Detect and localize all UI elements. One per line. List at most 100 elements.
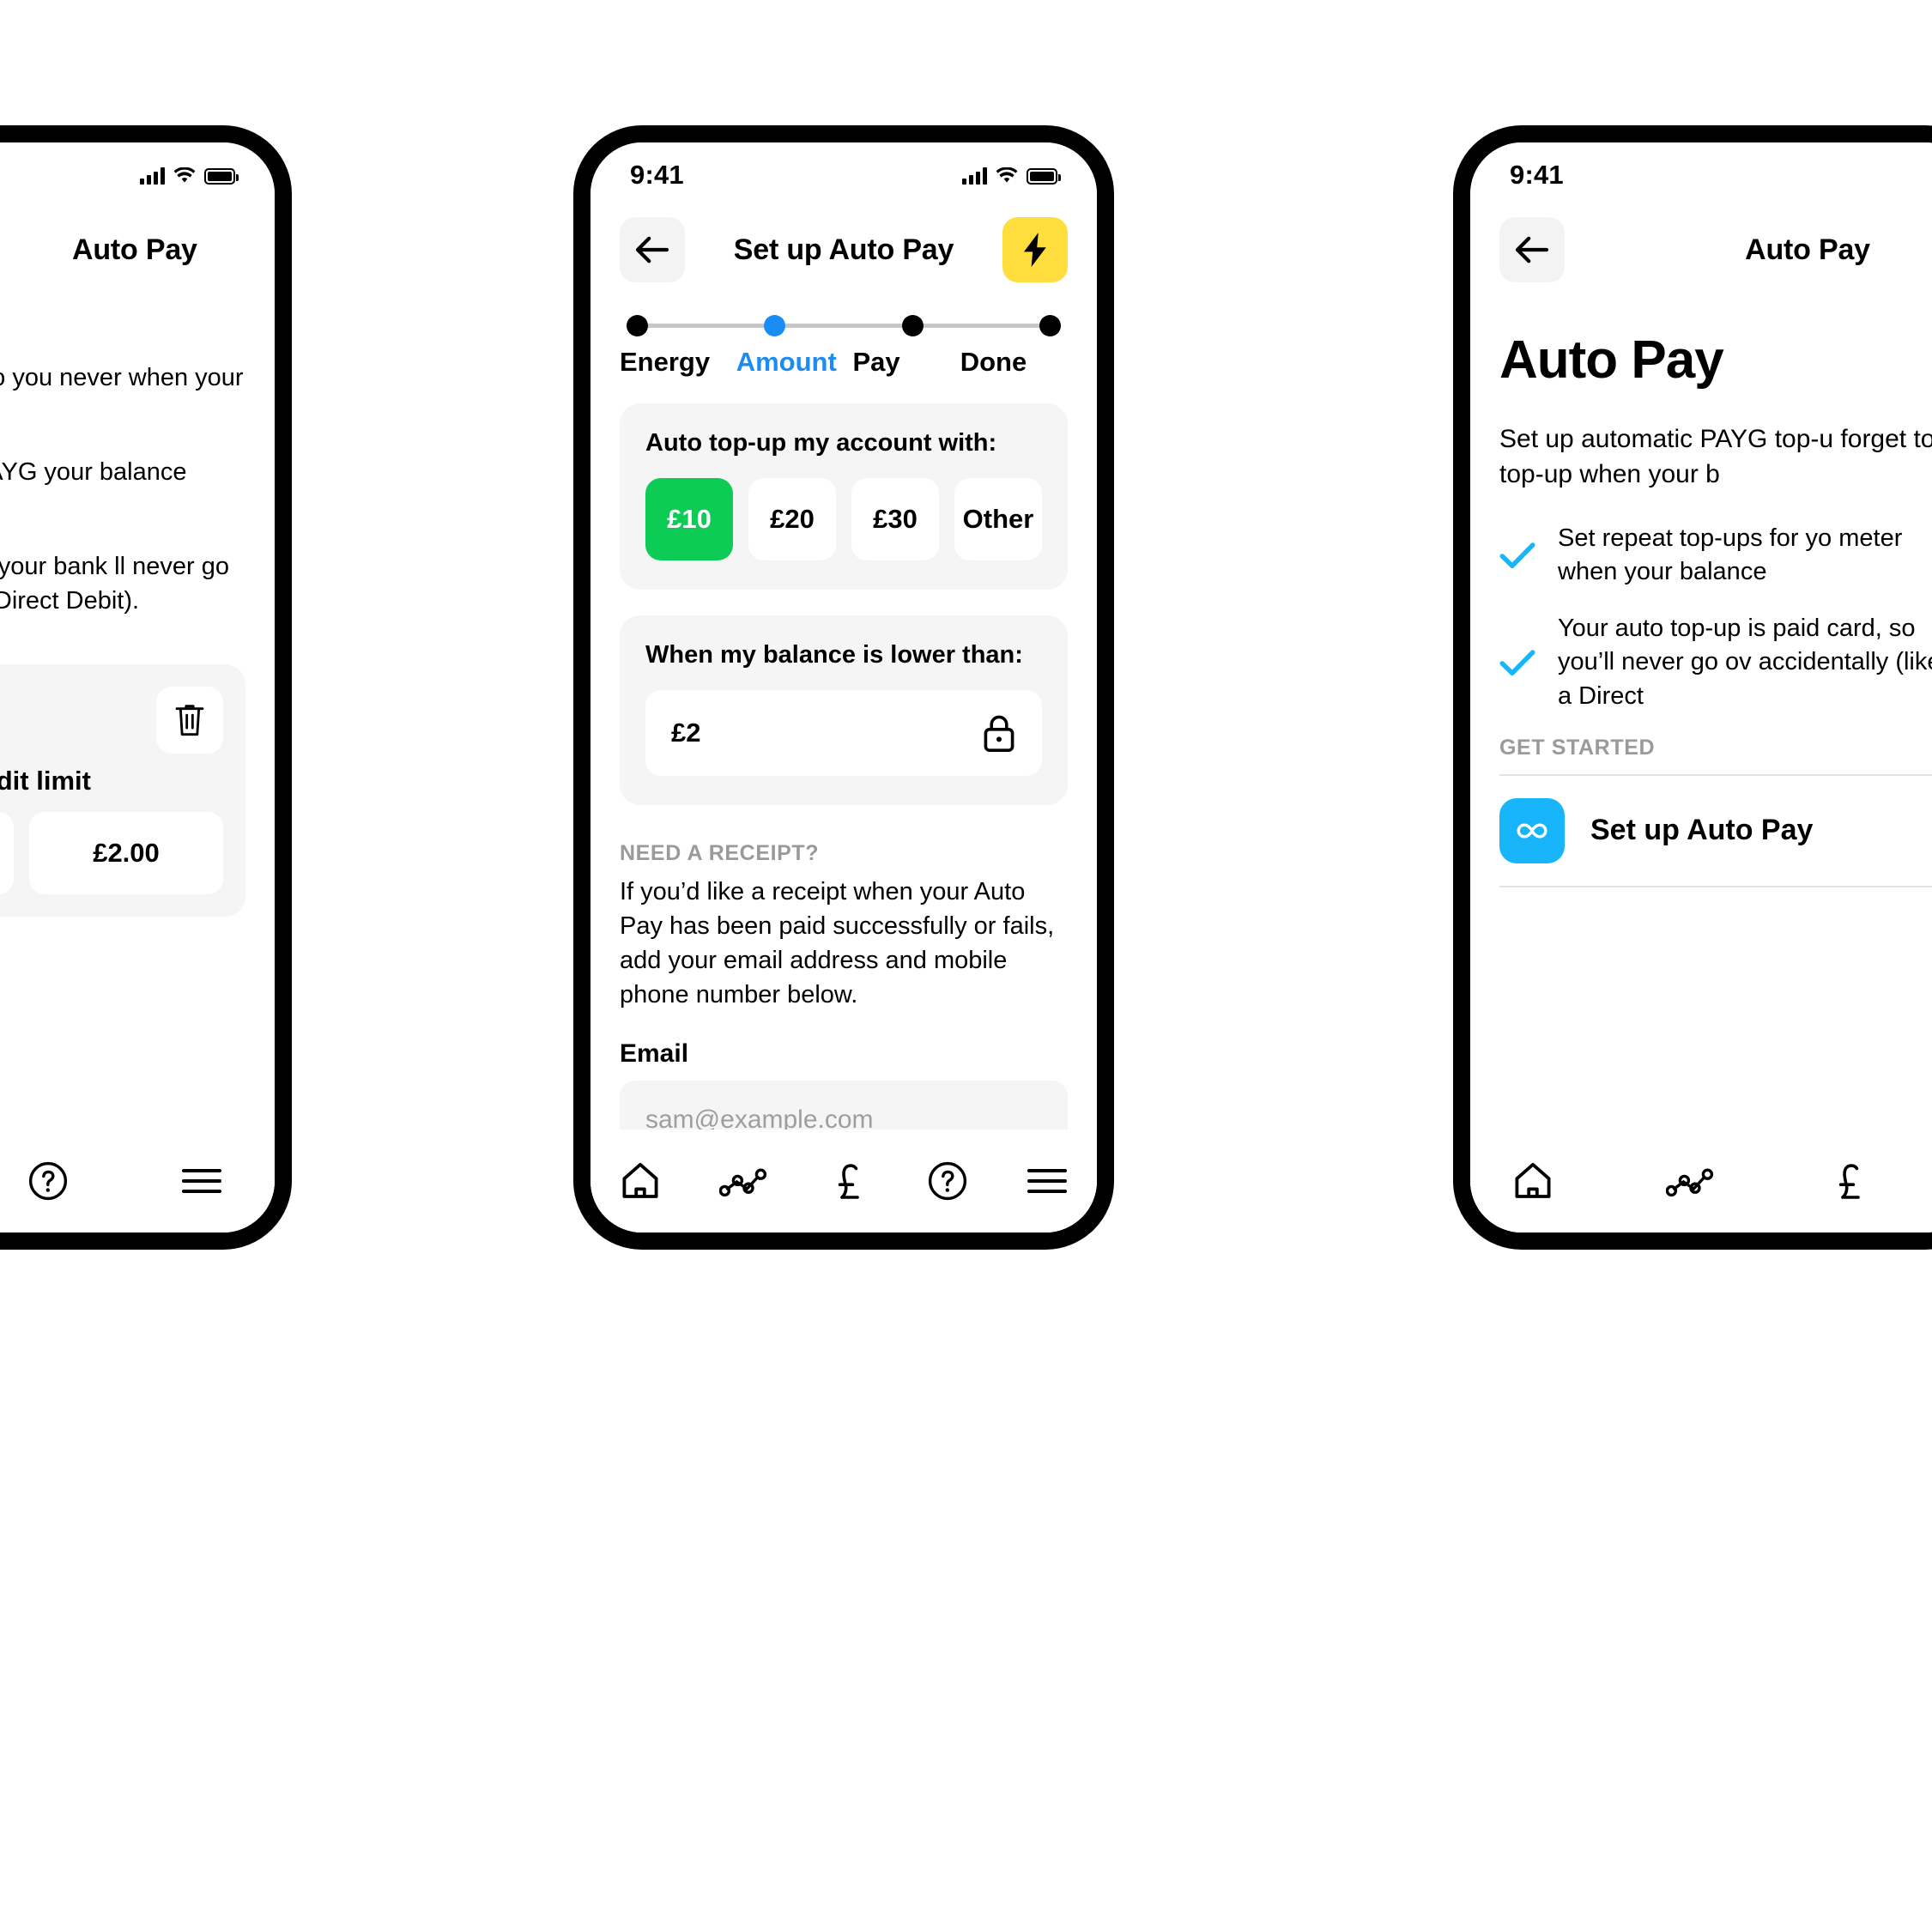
benefit-text: Set repeat top-ups for yo meter when you… [1558,524,1903,586]
step-label-amount: Amount [736,347,837,377]
tab-bar-right [1470,1130,1932,1232]
tab-bar-left [0,1130,275,1232]
back-arrow-icon [1515,236,1549,263]
signal-icon [140,167,165,185]
nav-bar-left: Auto Pay [0,196,275,290]
email-label: Email [620,1039,689,1069]
amount-option-10[interactable]: £10 [645,478,733,560]
trash-icon [175,705,204,736]
content-middle: Auto top-up my account with: £10 £20 £30… [591,403,1097,1232]
step-dot-amount[interactable] [764,314,786,336]
delete-button[interactable] [156,687,223,754]
infinity-icon [1517,823,1547,839]
check-icon [1499,649,1535,675]
step-dot-pay[interactable] [901,314,924,336]
step-label-done: Done [960,347,1027,377]
benefit-text: Your auto top-up is paid card, so you’ll… [1558,614,1932,710]
tab-pound-middle[interactable] [828,1160,869,1202]
benefit-item: Set repeat top-ups for yo meter when you… [1499,522,1932,590]
nav-bar-right: Auto Pay [1470,196,1932,290]
lightning-bolt-icon [1024,233,1046,267]
wifi-icon [996,167,1018,182]
amount-options: £10 £20 £30 Other [645,478,1042,560]
phone-screen-left: 9:41 Auto Pay c PAYG top-ups so you neve… [0,142,275,1232]
lock-icon [984,715,1014,752]
status-time-right: 9:41 [1510,160,1564,190]
step-line-2 [785,323,902,328]
tab-usage-middle[interactable] [719,1163,771,1199]
pound-icon [1838,1164,1860,1199]
check-icon [1499,542,1535,569]
threshold-value: £2 [671,718,701,748]
amount-option-other[interactable]: Other [954,478,1042,560]
pound-icon [838,1164,859,1199]
tab-home-right[interactable] [1511,1160,1554,1202]
signal-icon [962,167,987,185]
phone-mockup-left: 9:41 Auto Pay c PAYG top-ups so you neve… [0,125,292,1250]
menu-icon [1027,1169,1067,1193]
credit-limit-row: £2.00 [0,812,223,895]
receipt-section-label: NEED A RECEIPT? [620,841,820,865]
left-paragraph-3: op-up is paid with your bank ll never go… [0,553,229,615]
screenshot-canvas: 9:41 Auto Pay c PAYG top-ups so you neve… [0,0,1932,1932]
credit-limit-card: Credit limit £2.00 [0,664,245,918]
help-icon [928,1161,966,1201]
left-paragraph-2: op-ups for your PAYG your balance reache… [0,458,187,487]
back-button[interactable] [620,217,685,282]
infinity-icon-tile [1499,797,1565,863]
back-button[interactable] [1499,217,1565,282]
receipt-body-copy: If you’d like a receipt when your Auto P… [620,878,1055,1009]
status-bar-middle: 9:41 [591,142,1097,196]
amount-option-30[interactable]: £30 [851,478,939,560]
list-item-label: Set up Auto Pay [1590,814,1814,847]
page-title-left: Auto Pay [72,233,197,266]
benefits-list: Set repeat top-ups for yo meter when you… [1499,522,1932,713]
topup-card-title: Auto top-up my account with: [645,429,997,457]
credit-limit-label: Credit limit [0,766,91,796]
auto-pay-heading: Auto Pay [1499,330,1724,390]
step-dot-energy[interactable] [627,314,648,336]
page-title-middle: Set up Auto Pay [733,233,954,266]
tab-home-middle[interactable] [619,1160,662,1202]
quick-action-button[interactable] [1002,217,1068,282]
tab-bar-middle [591,1130,1097,1232]
battery-icon [204,167,239,185]
content-left: c PAYG top-ups so you never when your ba… [0,290,275,918]
content-right: Auto Pay Set up automatic PAYG top-u for… [1470,330,1932,887]
wifi-icon [173,167,196,182]
tab-help-middle[interactable] [927,1160,968,1202]
usage-graph-icon [1666,1168,1714,1197]
threshold-card-title: When my balance is lower than: [645,641,1023,669]
progress-stepper: Energy Amount Pay Done [591,290,1097,378]
tab-help-left[interactable] [27,1160,69,1202]
step-label-pay: Pay [852,347,900,377]
list-item-setup-auto-pay[interactable]: Set up Auto Pay [1499,773,1932,887]
back-arrow-icon [635,236,669,263]
get-started-label: GET STARTED [1499,735,1656,760]
threshold-field[interactable]: £2 [645,690,1042,776]
credit-limit-box-partial[interactable] [0,812,14,895]
page-title-right: Auto Pay [1745,233,1870,266]
tab-menu-middle[interactable] [1026,1164,1069,1198]
phone-screen-right: 9:41 Auto Pay Auto Pay Set up automatic … [1470,142,1932,1232]
topup-amount-card: Auto top-up my account with: £10 £20 £30… [620,403,1068,590]
usage-graph-icon [719,1168,767,1197]
tab-usage-right[interactable] [1666,1163,1717,1199]
battery-icon [1027,167,1061,185]
stepper-labels: Energy Amount Pay Done [620,347,1068,378]
credit-limit-value[interactable]: £2.00 [29,812,223,895]
phone-mockup-middle: 9:41 Set up Auto Pay Energy Amount Pay D… [573,125,1114,1250]
status-icons-left [140,167,239,185]
step-line-1 [648,323,765,328]
tab-menu-left[interactable] [180,1164,223,1198]
stepper-track [620,314,1068,336]
balance-threshold-card: When my balance is lower than: £2 [620,615,1068,805]
status-time-middle: 9:41 [630,160,684,190]
phone-mockup-right: 9:41 Auto Pay Auto Pay Set up automatic … [1453,125,1932,1250]
status-bar-right: 9:41 [1470,142,1932,196]
step-label-energy: Energy [620,347,711,377]
step-dot-done[interactable] [1039,314,1061,336]
tab-pound-right[interactable] [1829,1160,1870,1202]
amount-option-20[interactable]: £20 [748,478,836,560]
home-icon [1515,1162,1551,1198]
